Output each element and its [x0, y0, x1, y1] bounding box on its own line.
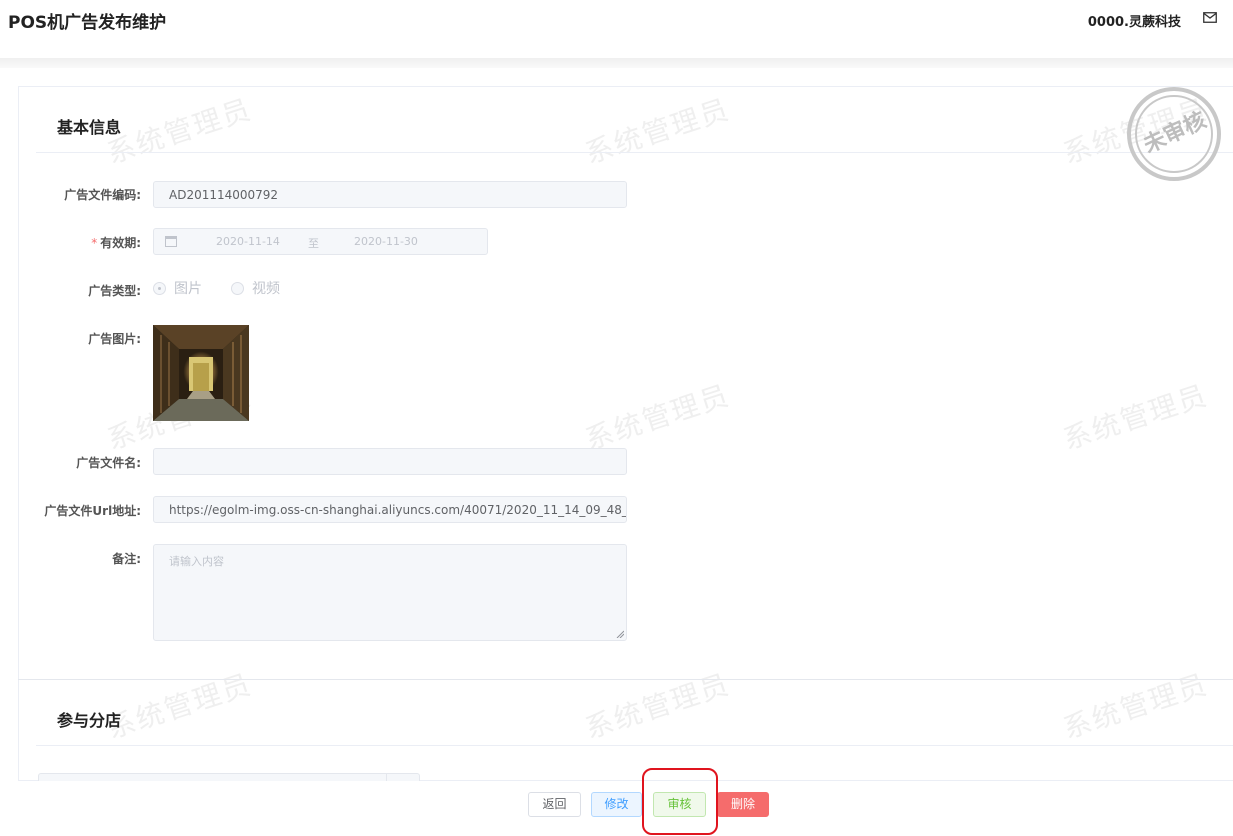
radio-video-label: 视频	[252, 281, 280, 297]
date-separator: 至	[308, 237, 319, 250]
file-code-label: 广告文件编码:	[64, 188, 141, 202]
file-name-input[interactable]	[153, 448, 627, 475]
radio-unchecked-icon	[231, 281, 244, 295]
remark-label: 备注:	[112, 552, 141, 566]
validity-label: * 有效期:	[0, 234, 141, 251]
page-title: POS机广告发布维护	[8, 13, 167, 33]
mail-icon[interactable]	[1203, 12, 1217, 23]
file-url-input[interactable]: https://egolm-img.oss-cn-shanghai.aliyun…	[153, 496, 627, 523]
radio-image-label: 图片	[174, 281, 202, 297]
required-mark: *	[91, 236, 98, 250]
top-bar: POS机广告发布维护 0000.灵蕨科技	[0, 0, 1233, 58]
user-name[interactable]: 0000.灵蕨科技	[1088, 11, 1181, 30]
section-divider	[36, 745, 1233, 746]
section-title-branches: 参与分店	[57, 711, 122, 730]
delete-button[interactable]: 删除	[717, 792, 769, 817]
section-divider	[36, 152, 1233, 153]
radio-checked-icon	[153, 281, 166, 295]
validity-date-range[interactable]: 2020-11-14 至 2020-11-30	[153, 228, 488, 255]
validity-label-text: 有效期:	[100, 236, 141, 250]
remark-textarea[interactable]: 请输入内容	[153, 544, 627, 641]
radio-image[interactable]: 图片	[153, 280, 202, 297]
resize-grip-icon[interactable]	[616, 630, 624, 638]
date-end[interactable]: 2020-11-30	[354, 235, 418, 248]
ad-type-label: 广告类型:	[88, 284, 141, 298]
file-code-input[interactable]: AD201114000792	[153, 181, 627, 208]
header-divider	[0, 58, 1233, 68]
ad-image-label: 广告图片:	[88, 332, 141, 346]
unreviewed-stamp: 未审核	[1127, 87, 1221, 181]
remark-placeholder: 请输入内容	[169, 555, 224, 568]
ad-image-tunnel	[153, 325, 249, 421]
file-url-label: 广告文件Url地址:	[44, 504, 141, 518]
section-title-basic-info: 基本信息	[57, 118, 122, 137]
file-name-label: 广告文件名:	[76, 456, 141, 470]
section-divider	[18, 679, 1233, 680]
back-button[interactable]: 返回	[528, 792, 581, 817]
audit-button-highlight	[642, 768, 718, 835]
ad-image-thumbnail[interactable]	[153, 325, 249, 421]
calendar-icon	[165, 236, 177, 247]
radio-video[interactable]: 视频	[231, 280, 280, 297]
edit-button[interactable]: 修改	[591, 792, 642, 817]
date-start[interactable]: 2020-11-14	[216, 235, 280, 248]
